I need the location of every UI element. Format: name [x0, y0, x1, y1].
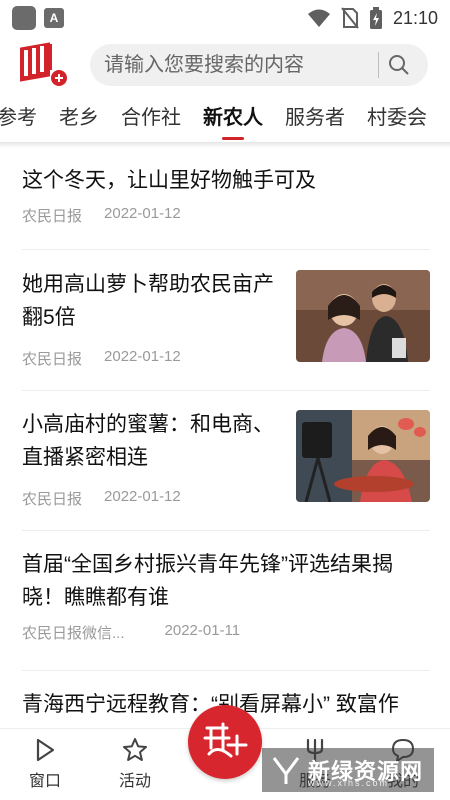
article-source: 农民日报: [22, 208, 83, 225]
article-item[interactable]: 她用高山萝卜帮助农民亩产翻5倍 农民日报 2022-01-12: [22, 268, 430, 372]
tab-new-farmer[interactable]: 新农人: [192, 98, 274, 138]
farm-plus-icon: [203, 722, 248, 758]
tab-more[interactable]: 思: [438, 98, 450, 138]
article-thumbnail: [296, 410, 430, 502]
watermark: 新绿资源网 www.xlhs.com: [262, 748, 434, 792]
article-date: 2022-01-12: [104, 488, 181, 505]
divider: [22, 670, 430, 671]
tab-service-provider[interactable]: 服务者: [274, 98, 356, 138]
watermark-url: www.xlhs.com: [308, 778, 390, 788]
tab-cooperative[interactable]: 合作社: [110, 98, 192, 138]
farm-plus-button[interactable]: [188, 705, 262, 779]
article-title: 小高庙村的蜜薯：和电商、直播紧密相连: [22, 413, 274, 469]
search-bar[interactable]: [90, 44, 428, 86]
tab-reference[interactable]: 参考: [0, 98, 48, 138]
wifi-icon: [307, 9, 330, 27]
nav-label: 活动: [118, 773, 151, 790]
article-title: 她用高山萝卜帮助农民亩产翻5倍: [22, 273, 274, 329]
article-date: 2022-01-11: [164, 622, 241, 639]
article-date: 2022-01-12: [104, 348, 181, 365]
article-source: 农民日报微信...: [22, 625, 125, 642]
search-icon: [389, 55, 409, 75]
article-item[interactable]: 小高庙村的蜜薯：和电商、直播紧密相连 农民日报 2022-01-12: [22, 408, 430, 512]
divider: [22, 390, 430, 391]
battery-icon: [369, 7, 382, 29]
status-bar: A 21:10: [0, 0, 450, 36]
watermark-logo-icon: [272, 757, 300, 784]
search-input[interactable]: [104, 53, 374, 77]
article-title: 首届“全国乡村振兴青年先锋”评选结果揭晓！瞧瞧都有谁: [22, 553, 393, 609]
play-icon: [36, 738, 55, 762]
search-button[interactable]: [379, 44, 419, 86]
article-item[interactable]: 首届“全国乡村振兴青年先锋”评选结果揭晓！瞧瞧都有谁 农民日报微信... 202…: [22, 548, 430, 643]
article-item[interactable]: 这个冬天，让山里好物触手可及 农民日报 2022-01-12: [22, 164, 430, 226]
tab-laoxiang[interactable]: 老乡: [48, 98, 110, 138]
tabs-shadow: [0, 142, 450, 148]
tab-village-committee[interactable]: 村委会: [356, 98, 438, 138]
article-source: 农民日报: [22, 351, 83, 368]
article-thumbnail: [296, 270, 430, 362]
clock: 21:10: [392, 7, 438, 28]
nav-activity[interactable]: 活动: [100, 737, 170, 791]
app-notification-icon: [12, 6, 36, 30]
divider: [22, 249, 430, 250]
nav-window[interactable]: 窗口: [10, 737, 80, 791]
star-icon: [123, 738, 147, 761]
no-sim-icon: [341, 7, 359, 29]
article-title: 这个冬天，让山里好物触手可及: [22, 169, 316, 192]
a-notification-icon: A: [44, 8, 64, 28]
nav-label: 窗口: [28, 773, 61, 790]
app-logo-icon[interactable]: [18, 40, 70, 92]
article-date: 2022-01-12: [104, 205, 181, 222]
category-tabs: 参考 老乡 合作社 新农人 服务者 村委会 思: [0, 98, 450, 142]
header: [0, 38, 450, 94]
divider: [22, 530, 430, 531]
article-source: 农民日报: [22, 491, 83, 508]
